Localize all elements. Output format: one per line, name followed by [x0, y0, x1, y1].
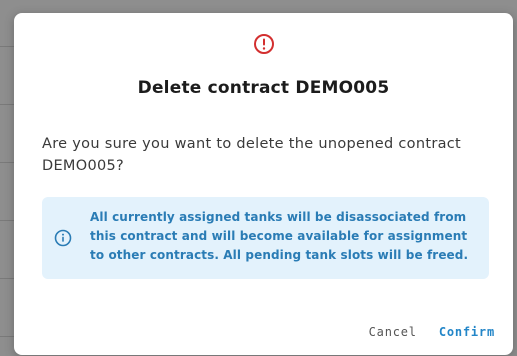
background-divider	[0, 104, 14, 105]
dialog-message: Are you sure you want to delete the unop…	[42, 136, 462, 174]
confirm-button[interactable]: Confirm	[439, 325, 495, 339]
background-divider	[0, 336, 14, 337]
background-divider	[0, 220, 14, 221]
cancel-button[interactable]: Cancel	[369, 325, 417, 339]
info-callout-text: All currently assigned tanks will be dis…	[90, 210, 469, 262]
background-divider	[0, 162, 14, 163]
dialog-actions: Cancel Confirm	[369, 325, 495, 339]
alert-circle-icon	[253, 33, 275, 55]
info-circle-icon	[54, 229, 72, 247]
dialog-title: Delete contract DEMO005	[137, 78, 390, 98]
background-divider	[0, 46, 14, 47]
background-divider	[0, 278, 14, 279]
delete-contract-dialog: Delete contract DEMO005 Are you sure you…	[14, 13, 513, 355]
info-callout: All currently assigned tanks will be dis…	[42, 197, 489, 279]
